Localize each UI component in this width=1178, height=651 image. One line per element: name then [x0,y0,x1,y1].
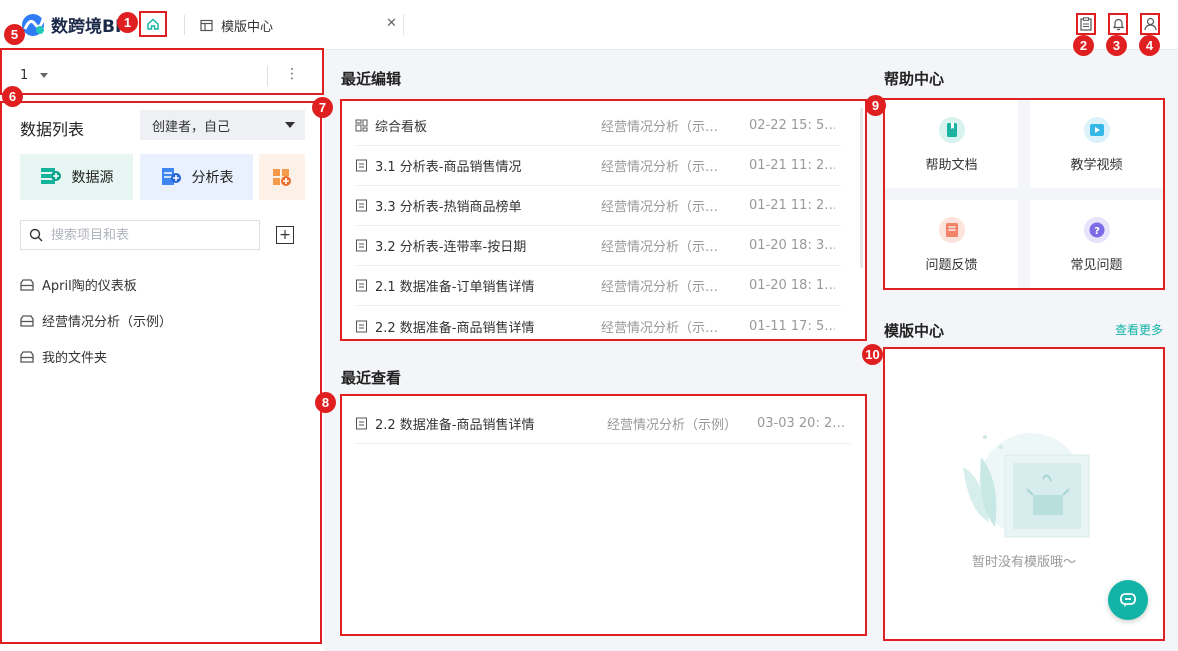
tab-separator [184,15,185,35]
bell-icon [1112,18,1124,31]
creator-filter-select[interactable]: 创建者，自己 [140,110,305,140]
project-selector-value: 1 [20,68,29,83]
folder-label: 我的文件夹 [42,351,108,366]
folder-item[interactable]: 经营情况分析（示例） [20,311,172,330]
datasource-icon [40,168,61,184]
add-dashboard-button[interactable] [259,154,305,200]
tab-template-center[interactable]: 模版中心 ✕ [200,14,404,36]
close-icon[interactable]: ✕ [386,16,397,31]
creator-filter-value: 创建者，自己 [152,119,231,135]
selector-separator [267,66,268,86]
marker-6: 6 [2,86,23,107]
recent-view-title: 最近查看 [341,369,402,387]
marker-5: 5 [4,24,25,45]
more-options-icon[interactable]: ⋮ [285,66,299,82]
search-icon [29,228,43,242]
marker-9: 9 [865,95,886,116]
marker-1: 1 [117,12,138,33]
recent-view-box [340,394,867,636]
project-selector[interactable]: 1 [20,68,49,83]
template-center-title: 模版中心 [884,322,945,340]
top-icons [1076,13,1160,35]
search-input[interactable] [51,227,251,243]
marker-10: 10 [862,344,883,365]
chat-support-button[interactable] [1108,580,1148,620]
home-icon [147,18,159,30]
chat-icon [1120,593,1136,607]
project-selector-box [0,48,324,95]
template-icon [200,19,213,31]
datasource-label: 数据源 [71,170,114,186]
recent-edit-title: 最近编辑 [341,70,402,88]
data-list-title: 数据列表 [20,120,85,139]
marker-2: 2 [1073,35,1094,56]
search-box [20,220,260,250]
marker-7: 7 [312,97,333,118]
recent-edit-box [340,99,867,341]
marker-4: 4 [1139,35,1160,56]
add-analysis-button[interactable]: 分析表 [140,154,253,200]
dashboard-add-icon [273,169,291,186]
plus-icon: + [279,227,291,243]
user-button[interactable] [1140,13,1160,35]
folder-label: 经营情况分析（示例） [42,315,173,330]
top-bar: 数跨境BI 模版中心 ✕ [0,0,1178,50]
help-center-box [883,98,1165,290]
caret-down-icon [285,122,295,128]
analysis-icon [161,168,181,185]
analysis-label: 分析表 [191,170,234,186]
clipboard-icon [1080,17,1092,31]
add-datasource-button[interactable]: 数据源 [20,154,133,200]
clipboard-button[interactable] [1076,13,1096,35]
help-center-title: 帮助中心 [884,70,945,88]
folder-icon [20,278,34,291]
logo-text: 数跨境BI [51,17,122,37]
marker-3: 3 [1106,35,1127,56]
add-item-button[interactable]: + [276,226,294,244]
folder-item[interactable]: 我的文件夹 [20,347,107,366]
folder-item[interactable]: April陶的仪表板 [20,275,137,294]
marker-8: 8 [315,392,336,413]
tab-label: 模版中心 [221,19,274,35]
home-tab[interactable] [139,11,167,37]
notification-button[interactable] [1108,13,1128,35]
folder-icon [20,350,34,363]
folder-icon [20,314,34,327]
folder-label: April陶的仪表板 [42,279,137,294]
user-icon [1143,17,1157,31]
app-logo[interactable]: 数跨境BI [20,12,121,37]
caret-down-icon [40,73,49,78]
view-more-link[interactable]: 查看更多 [1115,321,1163,338]
